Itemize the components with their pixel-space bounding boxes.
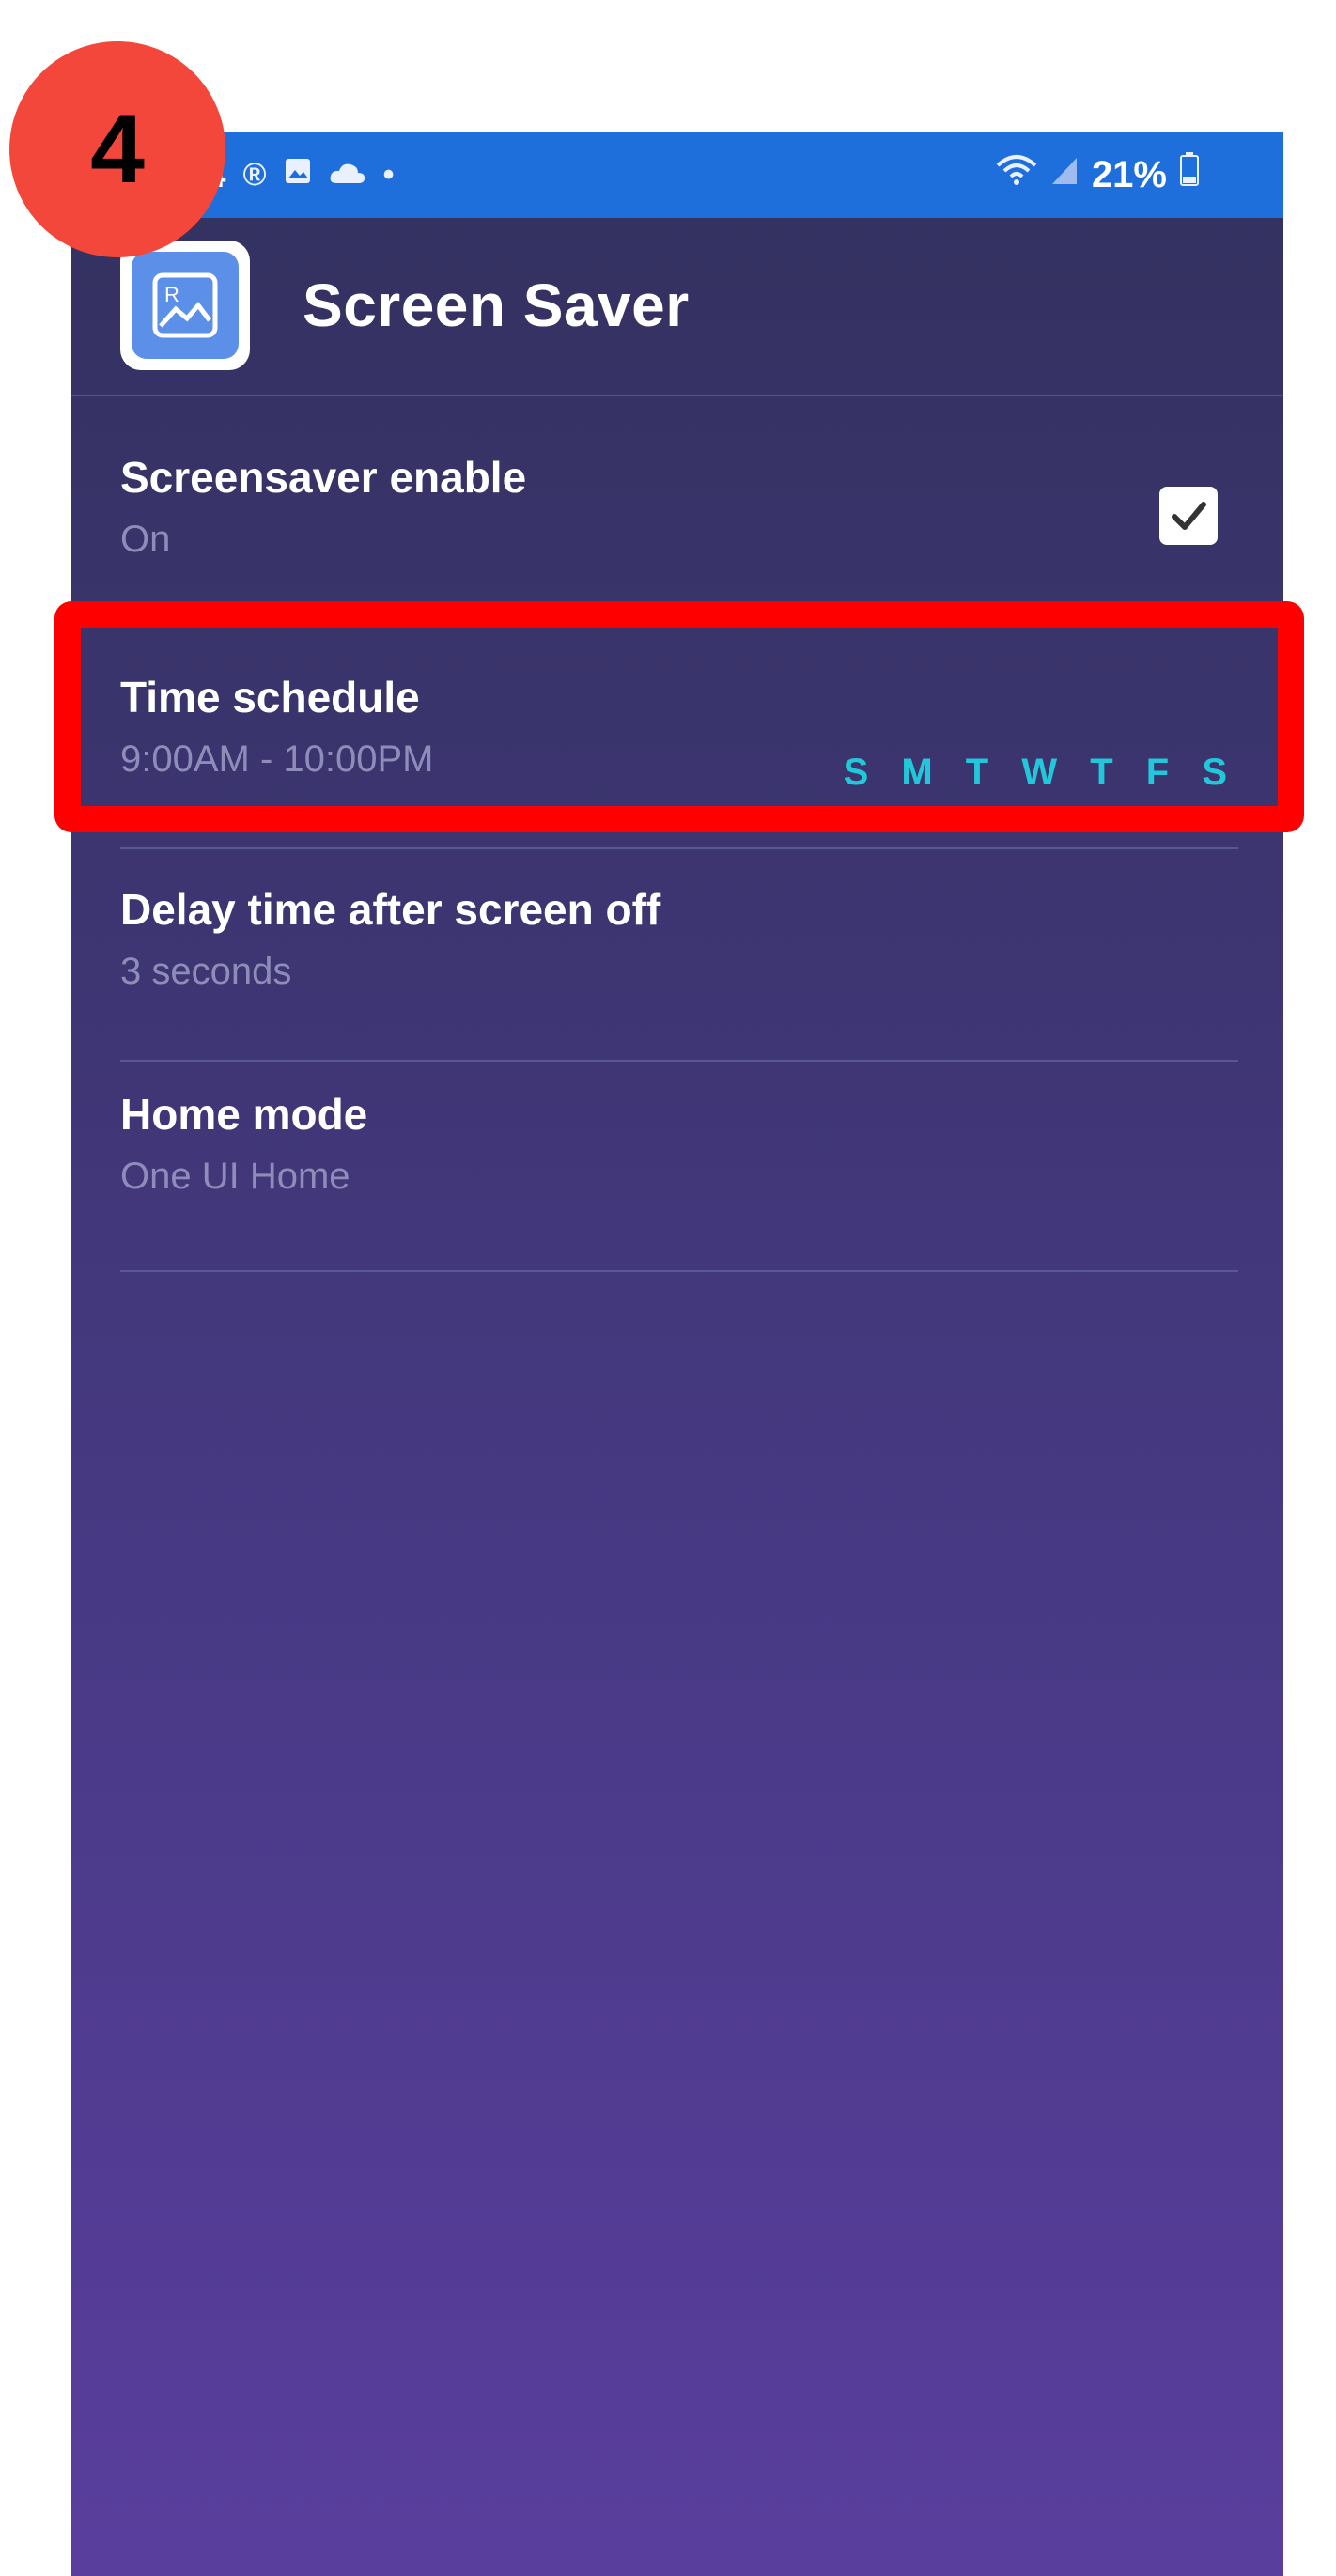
step-badge: 4 <box>9 41 225 257</box>
schedule-days: S M T W T F S <box>843 752 1238 793</box>
setting-title: Time schedule <box>120 673 420 722</box>
page: 54 ® • 21% <box>0 0 1336 2576</box>
signal-icon <box>1050 153 1079 198</box>
setting-title: Screensaver enable <box>120 453 527 502</box>
image-icon <box>284 152 312 197</box>
divider <box>120 847 1238 849</box>
setting-title: Home mode <box>120 1090 368 1139</box>
screensaver-enable-checkbox[interactable] <box>1159 487 1218 545</box>
cloud-icon <box>329 152 366 197</box>
dot-icon: • <box>382 157 395 193</box>
gallery-icon: R <box>120 241 250 370</box>
svg-text:R: R <box>164 283 179 306</box>
setting-subtitle: One UI Home <box>120 1156 350 1197</box>
app-bar: R Screen Saver <box>71 218 1283 396</box>
setting-delay-time[interactable]: Delay time after screen off 3 seconds <box>120 881 1238 998</box>
registered-icon: ® <box>242 157 267 193</box>
divider <box>120 1270 1238 1272</box>
status-right: 21% <box>996 152 1199 198</box>
phone-screen: 54 ® • 21% <box>71 132 1283 2576</box>
setting-subtitle: On <box>120 519 171 560</box>
divider <box>120 1060 1238 1062</box>
checkmark-icon <box>1172 502 1206 530</box>
setting-subtitle: 3 seconds <box>120 951 292 992</box>
battery-percent: 21% <box>1091 154 1167 195</box>
setting-title: Delay time after screen off <box>120 885 661 934</box>
battery-icon <box>1180 152 1199 198</box>
status-bar: 54 ® • 21% <box>71 132 1283 218</box>
app-title: Screen Saver <box>303 272 690 339</box>
wifi-icon <box>996 153 1037 198</box>
setting-screensaver-enable[interactable]: Screensaver enable On <box>120 449 1238 566</box>
setting-home-mode[interactable]: Home mode One UI Home <box>120 1086 1238 1203</box>
